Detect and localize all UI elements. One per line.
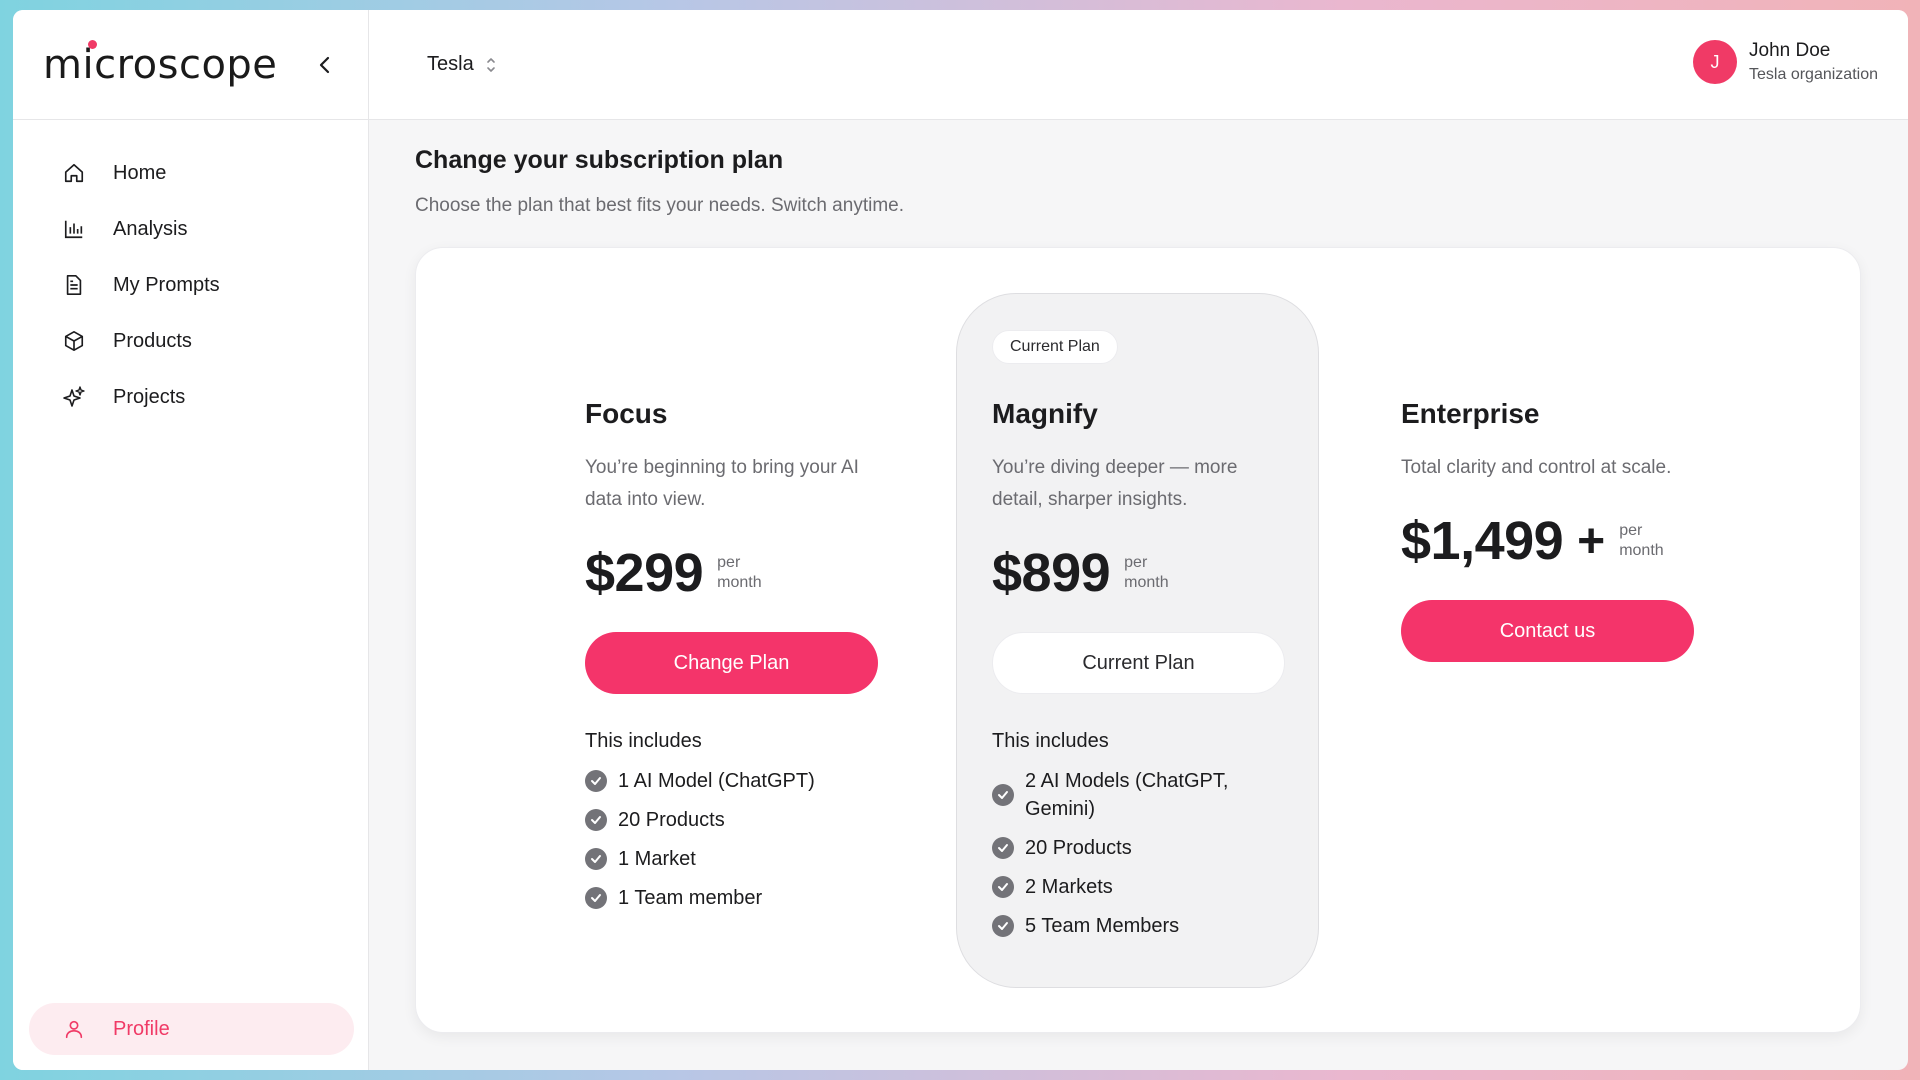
user-name: John Doe xyxy=(1749,40,1831,61)
plan-price: $899 xyxy=(992,543,1111,603)
feature-item: 1 Market xyxy=(585,845,925,873)
plan-enterprise: Enterprise Total clarity and control at … xyxy=(1401,398,1741,662)
sidebar-item-my-prompts[interactable]: My Prompts xyxy=(13,257,368,313)
plan-price: $299 xyxy=(585,543,704,603)
chevron-up-down-icon xyxy=(486,56,496,74)
sidebar-item-label: Projects xyxy=(113,385,186,408)
sidebar-item-projects[interactable]: Projects xyxy=(13,369,368,425)
price-period: per month xyxy=(1124,554,1169,591)
plans-card: Current Plan Focus You’re beginning to b… xyxy=(415,247,1861,1033)
current-plan-badge: Current Plan xyxy=(992,330,1118,364)
logo: microscope xyxy=(43,39,278,88)
check-icon xyxy=(992,784,1014,806)
chevron-left-icon xyxy=(319,56,330,74)
topbar: Tesla J John Doe Tesla organization xyxy=(369,10,1908,120)
price-row: $899 per month xyxy=(992,542,1332,604)
check-icon xyxy=(585,770,607,792)
plan-name: Magnify xyxy=(992,398,1098,429)
avatar: J xyxy=(1693,40,1738,84)
check-icon xyxy=(992,876,1014,898)
sidebar-item-label: Analysis xyxy=(113,217,188,240)
feature-item: 5 Team Members xyxy=(992,912,1332,940)
plan-magnify: Magnify You’re diving deeper — more deta… xyxy=(992,398,1332,951)
sidebar-item-profile[interactable]: Profile xyxy=(29,1003,354,1055)
sidebar-item-home[interactable]: Home xyxy=(13,145,368,201)
change-plan-button[interactable]: Change Plan xyxy=(585,632,878,694)
price-row: $1,499 + per month xyxy=(1401,510,1741,572)
includes-label: This includes xyxy=(992,730,1109,752)
sidebar-item-label: Profile xyxy=(113,1017,170,1040)
user-info: John Doe Tesla organization xyxy=(1749,40,1878,84)
sidebar-item-analysis[interactable]: Analysis xyxy=(13,201,368,257)
check-icon xyxy=(585,848,607,870)
feature-list: 1 AI Model (ChatGPT) 20 Products 1 Marke… xyxy=(585,767,925,912)
price-row: $299 per month xyxy=(585,542,925,604)
check-icon xyxy=(992,915,1014,937)
sidebar-item-label: My Prompts xyxy=(113,273,220,296)
bar-chart-icon xyxy=(61,216,87,242)
price-period: per month xyxy=(717,554,762,591)
plan-description: You’re diving deeper — more detail, shar… xyxy=(992,457,1238,510)
feature-item: 20 Products xyxy=(585,806,925,834)
collapse-sidebar-button[interactable] xyxy=(312,52,338,78)
check-icon xyxy=(992,837,1014,859)
user-icon xyxy=(61,1016,87,1042)
sidebar: microscope Home Analysis My Prompts Prod… xyxy=(13,10,369,1070)
feature-item: 2 Markets xyxy=(992,873,1332,901)
price-period: per month xyxy=(1619,522,1664,559)
plan-name: Enterprise xyxy=(1401,398,1540,429)
app-window: microscope Home Analysis My Prompts Prod… xyxy=(13,10,1908,1070)
sidebar-nav: Home Analysis My Prompts Products Projec… xyxy=(13,120,368,425)
user-menu[interactable]: J John Doe Tesla organization xyxy=(1693,40,1878,84)
price-plus: + xyxy=(1577,514,1606,568)
home-icon xyxy=(61,160,87,186)
current-plan-button[interactable]: Current Plan xyxy=(992,632,1285,694)
organization-name: Tesla xyxy=(427,53,474,75)
feature-item: 20 Products xyxy=(992,834,1332,862)
sparkles-icon xyxy=(61,384,87,410)
user-organization: Tesla organization xyxy=(1749,66,1878,83)
plan-description: Total clarity and control at scale. xyxy=(1401,457,1672,478)
includes-label: This includes xyxy=(585,730,702,752)
page-title: Change your subscription plan xyxy=(415,146,784,174)
feature-item: 1 Team member xyxy=(585,884,925,912)
logo-dot xyxy=(88,39,97,49)
plan-name: Focus xyxy=(585,398,668,429)
document-icon xyxy=(61,272,87,298)
sidebar-item-label: Products xyxy=(113,329,192,352)
contact-us-button[interactable]: Contact us xyxy=(1401,600,1694,662)
content: Change your subscription plan Choose the… xyxy=(369,120,1908,1033)
feature-item: 1 AI Model (ChatGPT) xyxy=(585,767,925,795)
feature-list: 2 AI Models (ChatGPT, Gemini) 20 Product… xyxy=(992,767,1332,940)
main-area: Tesla J John Doe Tesla organization Chan… xyxy=(369,10,1908,1070)
logo-row: microscope xyxy=(13,10,368,120)
organization-select[interactable]: Tesla xyxy=(427,53,496,76)
cube-icon xyxy=(61,328,87,354)
sidebar-item-products[interactable]: Products xyxy=(13,313,368,369)
plan-price: $1,499 xyxy=(1401,511,1564,571)
page-subtitle: Choose the plan that best fits your need… xyxy=(415,195,904,216)
sidebar-item-label: Home xyxy=(113,161,167,184)
check-icon xyxy=(585,887,607,909)
check-icon xyxy=(585,809,607,831)
plan-description: You’re beginning to bring your AI data i… xyxy=(585,457,859,510)
plan-focus: Focus You’re beginning to bring your AI … xyxy=(585,398,925,923)
feature-item: 2 AI Models (ChatGPT, Gemini) xyxy=(992,767,1332,823)
